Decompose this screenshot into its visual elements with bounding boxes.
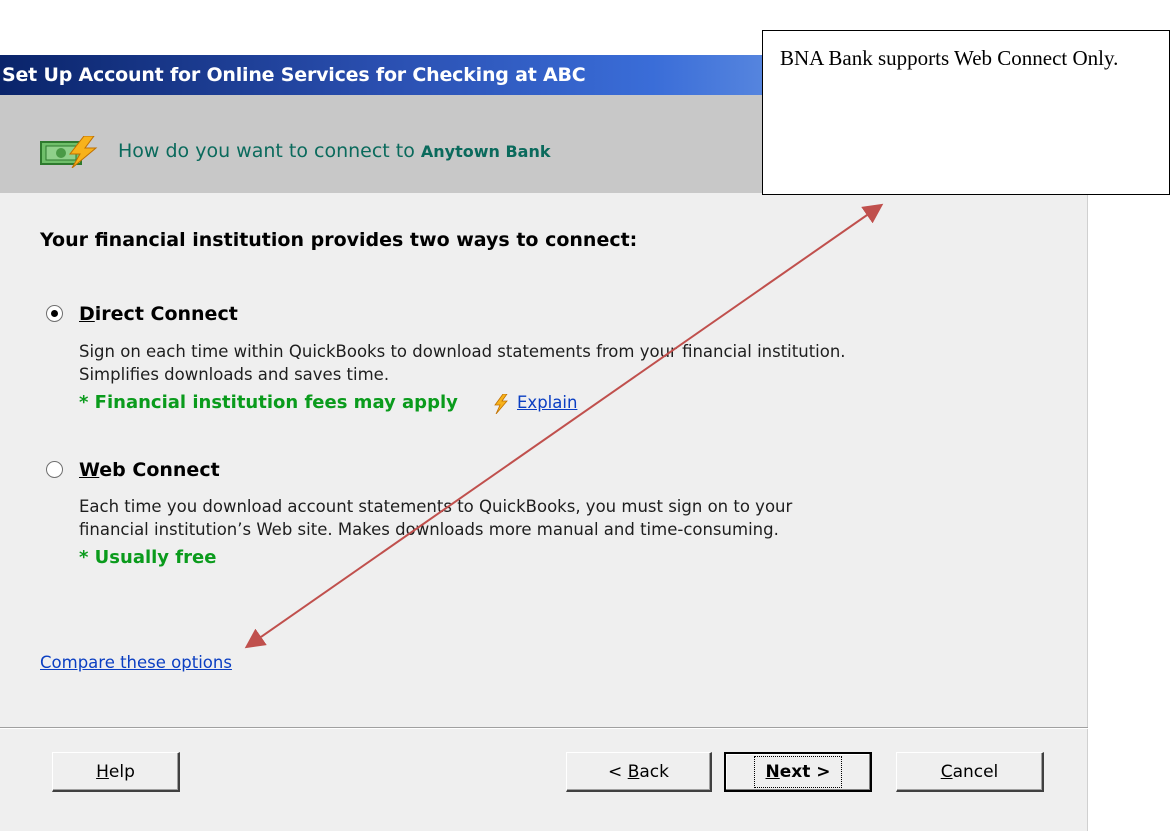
compare-options-link[interactable]: Compare these options: [40, 653, 232, 672]
web-connect-accel: W: [79, 459, 100, 481]
money-lightning-icon: [40, 136, 98, 168]
header-prompt-text: How do you want to connect to: [118, 140, 421, 162]
panel-border: [1087, 95, 1088, 831]
help-label-rest: elp: [108, 761, 135, 782]
button-separator: [0, 727, 1088, 729]
back-label-rest: ack: [639, 761, 669, 782]
lightning-icon: [494, 394, 508, 414]
next-accel: N: [765, 762, 780, 782]
web-connect-radio[interactable]: [46, 461, 63, 478]
web-connect-desc-1: Each time you download account statement…: [79, 497, 793, 516]
direct-connect-label[interactable]: Direct Connect: [79, 303, 238, 325]
help-accel: H: [96, 761, 109, 782]
direct-connect-radio[interactable]: [46, 305, 63, 322]
cancel-button[interactable]: Cancel: [896, 752, 1044, 792]
back-accel: B: [627, 761, 640, 782]
cancel-label-rest: ancel: [952, 761, 999, 782]
back-prefix: <: [608, 761, 628, 782]
direct-connect-fee-note: * Financial institution fees may apply: [79, 392, 458, 413]
web-connect-free-note: * Usually free: [79, 547, 217, 568]
help-button[interactable]: Help: [52, 752, 180, 792]
explain-link[interactable]: Explain: [517, 393, 577, 412]
web-connect-label-rest: eb Connect: [99, 459, 220, 481]
section-title: Your financial institution provides two …: [40, 229, 638, 251]
direct-connect-desc-1: Sign on each time within QuickBooks to d…: [79, 342, 846, 361]
back-button[interactable]: < Back: [566, 752, 712, 792]
web-connect-label[interactable]: Web Connect: [79, 459, 220, 481]
direct-connect-label-rest: irect Connect: [94, 303, 238, 325]
direct-connect-desc-2: Simplifies downloads and saves time.: [79, 365, 390, 384]
direct-connect-accel: D: [79, 303, 95, 325]
bank-name: Anytown Bank: [420, 142, 551, 161]
cancel-accel: C: [940, 761, 953, 782]
window-title: Set Up Account for Online Services for C…: [2, 64, 586, 86]
annotation-text: BNA Bank supports Web Connect Only.: [780, 46, 1119, 70]
next-focus-rect: Next >: [754, 756, 842, 788]
next-label-rest: ext >: [779, 762, 831, 782]
web-connect-desc-2: financial institution’s Web site. Makes …: [79, 520, 779, 539]
header-prompt: How do you want to connect to Anytown Ba…: [118, 140, 551, 162]
next-button[interactable]: Next >: [724, 752, 872, 792]
